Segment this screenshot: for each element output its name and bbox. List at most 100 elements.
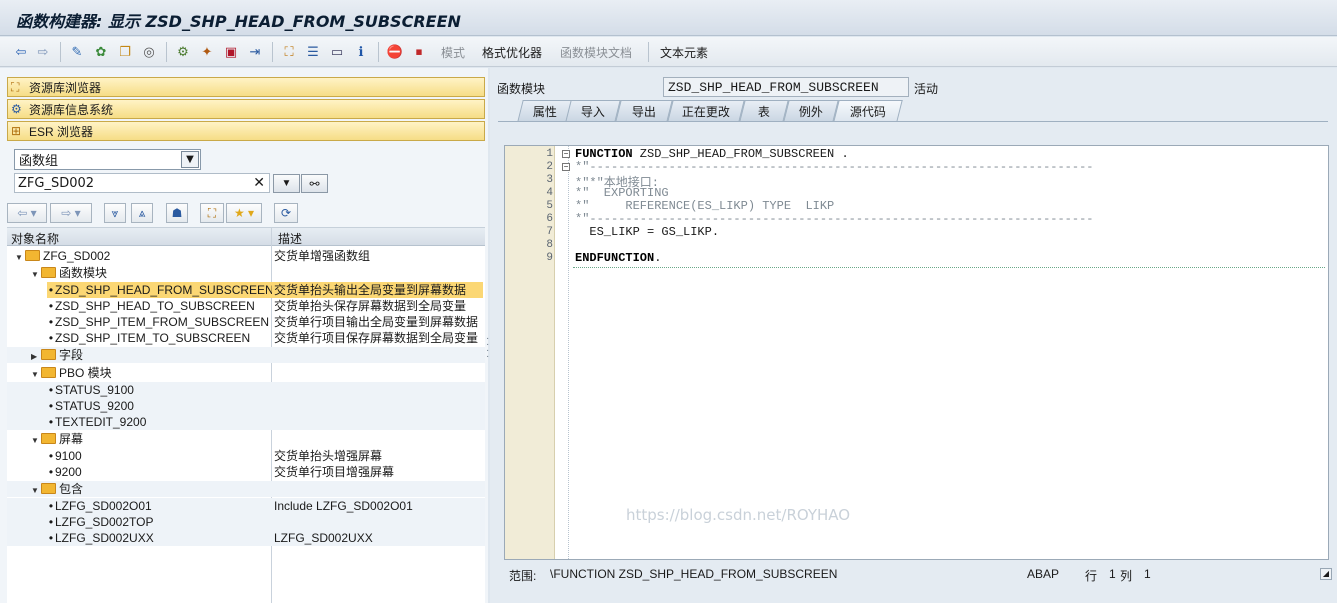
tree-node-screen[interactable]: • 9100 交货单抬头增强屏幕 xyxy=(7,448,485,464)
tab-attributes[interactable]: 属性 xyxy=(517,100,573,122)
other-object-icon[interactable]: ❐ xyxy=(116,43,134,61)
tree-node-module[interactable]: • TEXTEDIT_9200 xyxy=(7,414,485,430)
bullet-icon: • xyxy=(48,499,54,513)
collapsed-triangle-icon[interactable]: ▶ xyxy=(31,349,41,365)
previous-object-button[interactable]: ⇦ ▾ xyxy=(7,203,47,223)
stop-icon[interactable]: ⏹ xyxy=(410,43,428,61)
expanded-triangle-icon[interactable]: ▼ xyxy=(31,433,41,449)
tree-node-function-group[interactable]: ▼ ZFG_SD002 交货单增强函数组 xyxy=(7,248,485,264)
tree-node-function-module[interactable]: • ZSD_SHP_ITEM_FROM_SUBSCREEN 交货单行项目输出全局变… xyxy=(7,314,485,330)
tree-node-label: TEXTEDIT_9200 xyxy=(55,415,147,429)
code-line: ES_LIKP = GS_LIKP. xyxy=(575,225,720,239)
display-change-icon[interactable]: ✎ xyxy=(68,43,86,61)
tree-node-folder[interactable]: ▶ 字段 xyxy=(7,347,485,363)
tree-node-include[interactable]: • LZFG_SD002UXX LZFG_SD002UXX xyxy=(7,530,485,546)
tab-import[interactable]: 导入 xyxy=(565,100,621,122)
tree-node-module[interactable]: • STATUS_9200 xyxy=(7,398,485,414)
activate-icon[interactable]: ✿ xyxy=(92,43,110,61)
bullet-icon: • xyxy=(48,399,54,413)
tree-node-folder[interactable]: ▼ 屏幕 xyxy=(7,431,485,447)
star-icon: ★ ▾ xyxy=(233,206,255,220)
object-type-value: 函数组 xyxy=(19,154,59,169)
info-icon[interactable]: ℹ xyxy=(352,43,370,61)
row-value: 1 xyxy=(1109,567,1116,581)
collapse-all-button[interactable]: ⩓ xyxy=(131,203,153,223)
tab-label: 例外 xyxy=(798,105,823,119)
create-button[interactable]: ⛶ xyxy=(200,203,224,223)
repository-info-system-button[interactable]: ⚙ 资源库信息系统 xyxy=(7,99,485,119)
pattern-button[interactable]: 模式 xyxy=(441,44,465,61)
toolbar-separator xyxy=(60,42,61,62)
expanded-triangle-icon[interactable]: ▼ xyxy=(31,367,41,383)
back-arrow-icon[interactable]: ⇦ xyxy=(12,43,30,61)
tree-node-description: 交货单行项目增强屏幕 xyxy=(274,465,395,479)
tree-node-label: ZFG_SD002 xyxy=(43,249,111,263)
tree-node-label: ZSD_SHP_ITEM_FROM_SUBSCREEN xyxy=(55,315,270,329)
expand-all-button[interactable]: ⩔ xyxy=(104,203,126,223)
tree-node-function-module[interactable]: • ZSD_SHP_HEAD_TO_SUBSCREEN 交货单抬头保存屏幕数据到全… xyxy=(7,298,485,314)
fm-documentation-button[interactable]: 函数模块文档 xyxy=(560,44,632,61)
find-button[interactable]: ☗ xyxy=(166,203,188,223)
function-module-name-field[interactable]: ZSD_SHP_HEAD_FROM_SUBSCREEN xyxy=(663,77,909,97)
check-icon[interactable]: ◎ xyxy=(140,43,158,61)
dropdown-button[interactable]: ▼ xyxy=(273,174,300,193)
window-icon[interactable]: ▭ xyxy=(328,43,346,61)
fold-collapse-icon[interactable]: − xyxy=(562,150,570,158)
repository-browser-button[interactable]: ⛶ 资源库浏览器 xyxy=(7,77,485,97)
expand-icon: ⩔ xyxy=(111,205,119,220)
scope-value: \FUNCTION ZSD_SHP_HEAD_FROM_SUBSCREEN xyxy=(550,567,838,581)
esr-icon: ⊞ xyxy=(11,124,22,138)
tab-exceptions[interactable]: 例外 xyxy=(783,100,839,122)
stack-icon[interactable]: ☰ xyxy=(304,43,322,61)
object-type-select[interactable]: 函数组 ▼ xyxy=(14,149,201,170)
tree-node-folder[interactable]: ▼ 函数模块 xyxy=(7,265,485,281)
fold-collapse-icon[interactable]: − xyxy=(562,163,570,171)
fold-margin xyxy=(555,146,569,559)
tree-header: 对象名称 描述 xyxy=(7,228,485,246)
tree-node-function-module[interactable]: • ZSD_SHP_ITEM_TO_SUBSCREEN 交货单行项目保存屏幕数据到… xyxy=(7,330,485,346)
tab-changing[interactable]: 正在更改 xyxy=(667,100,745,122)
tree-node-function-module-selected[interactable]: • ZSD_SHP_HEAD_FROM_SUBSCREEN 交货单抬头输出全局变量… xyxy=(7,282,485,298)
chevron-down-icon[interactable]: ▼ xyxy=(181,151,199,168)
esr-browser-label: ESR 浏览器 xyxy=(29,124,94,139)
tree-node-include[interactable]: • LZFG_SD002O01 Include LZFG_SD002O01 xyxy=(7,498,485,514)
abap-code-editor[interactable]: 1 2 3 4 5 6 7 8 9 − − FUNCTION ZSD_SHP_H… xyxy=(504,145,1329,560)
test-icon[interactable]: ▣ xyxy=(222,43,240,61)
tree-node-module[interactable]: • STATUS_9100 xyxy=(7,382,485,398)
resize-grip-icon[interactable]: ◢ xyxy=(1320,568,1332,580)
tab-export[interactable]: 导出 xyxy=(615,100,673,122)
navigate-icon[interactable]: ⇥ xyxy=(246,43,264,61)
favorites-button[interactable]: ★ ▾ xyxy=(226,203,262,223)
breakpoint-icon[interactable]: ⛔ xyxy=(386,43,404,61)
forward-arrow-icon[interactable]: ⇨ xyxy=(34,43,52,61)
tree-node-screen[interactable]: • 9200 交货单行项目增强屏幕 xyxy=(7,464,485,480)
tab-source-code[interactable]: 源代码 xyxy=(833,100,903,122)
tree-node-include[interactable]: • LZFG_SD002TOP xyxy=(7,514,485,530)
chevron-down-icon: ▼ xyxy=(281,178,292,189)
expanded-triangle-icon[interactable]: ▼ xyxy=(31,267,41,283)
tree-node-folder[interactable]: ▼ PBO 模块 xyxy=(7,365,485,381)
magic-wand-icon[interactable]: ✦ xyxy=(198,43,216,61)
esr-browser-button[interactable]: ⊞ ESR 浏览器 xyxy=(7,121,485,141)
text-elements-button[interactable]: 文本元素 xyxy=(660,44,708,61)
column-header-description: 描述 xyxy=(278,232,303,246)
tab-tables[interactable]: 表 xyxy=(739,100,789,122)
next-object-button[interactable]: ⇨ ▾ xyxy=(50,203,92,223)
line-number: 5 xyxy=(546,200,553,212)
object-name-input[interactable]: ZFG_SD002 ✕ xyxy=(14,173,270,193)
where-used-icon[interactable]: ⚙ xyxy=(174,43,192,61)
expanded-triangle-icon[interactable]: ▼ xyxy=(15,250,25,266)
toolbar-separator xyxy=(272,42,273,62)
expanded-triangle-icon[interactable]: ▼ xyxy=(31,483,41,499)
display-button[interactable]: ⚯ xyxy=(301,174,328,193)
tree-node-folder[interactable]: ▼ 包含 xyxy=(7,481,485,497)
collapse-icon: ⩓ xyxy=(138,205,146,220)
activation-status: 活动 xyxy=(914,82,939,96)
pretty-printer-button[interactable]: 格式优化器 xyxy=(482,44,542,61)
refresh-button[interactable]: ⟳ xyxy=(274,203,298,223)
hierarchy-icon[interactable]: ⛶ xyxy=(280,43,298,61)
code-line: ENDFUNCTION. xyxy=(575,251,661,265)
code-text: ZSD_SHP_HEAD_FROM_SUBSCREEN . xyxy=(632,147,849,161)
editor-pane: 函数模块 ZSD_SHP_HEAD_FROM_SUBSCREEN 活动 属性 导… xyxy=(490,68,1337,603)
clear-icon[interactable]: ✕ xyxy=(253,175,265,191)
